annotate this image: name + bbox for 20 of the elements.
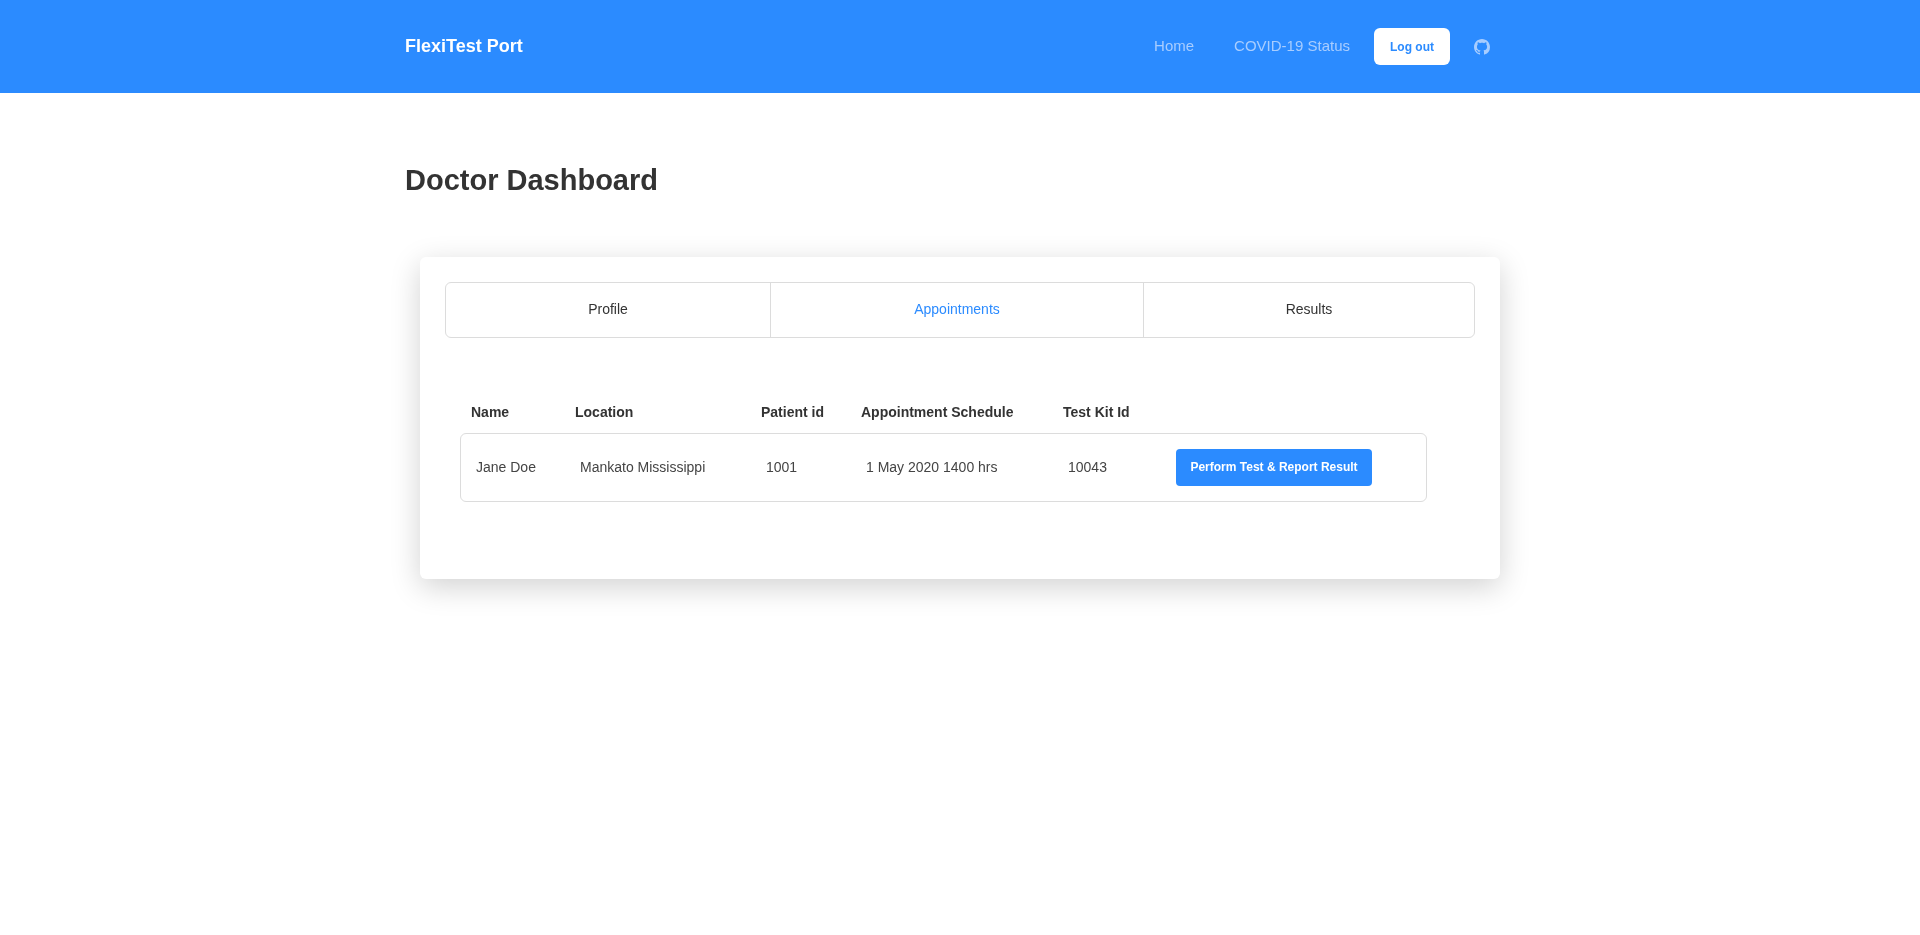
brand-name[interactable]: FlexiTest Port [405, 33, 523, 60]
column-header: Appointment Schedule [861, 403, 1015, 422]
perform-test-button[interactable]: Perform Test & Report Result [1176, 448, 1372, 486]
tab[interactable]: Profile [446, 282, 770, 337]
tab[interactable]: Appointments [770, 282, 1144, 337]
nav-link[interactable]: Home [1134, 35, 1215, 58]
table-cell-text: 1 May 2020 1400 hrs [866, 457, 999, 477]
github-icon[interactable] [1474, 38, 1490, 55]
table-cell-text: 1001 [766, 457, 799, 477]
page-title: Doctor Dashboard [405, 163, 659, 198]
table-cell-text: 10043 [1068, 457, 1108, 477]
column-header: Patient id [761, 403, 825, 422]
column-header: Location [575, 403, 635, 422]
table-cell-text: Mankato Mississippi [580, 457, 707, 477]
logout-button[interactable]: Log out [1374, 28, 1450, 65]
tab[interactable]: Results [1144, 282, 1474, 337]
column-header: Name [471, 403, 511, 422]
table-cell-text: Jane Doe [476, 457, 537, 477]
nav-link[interactable]: COVID-19 Status [1214, 35, 1370, 58]
column-header: Test Kit Id [1063, 403, 1131, 422]
